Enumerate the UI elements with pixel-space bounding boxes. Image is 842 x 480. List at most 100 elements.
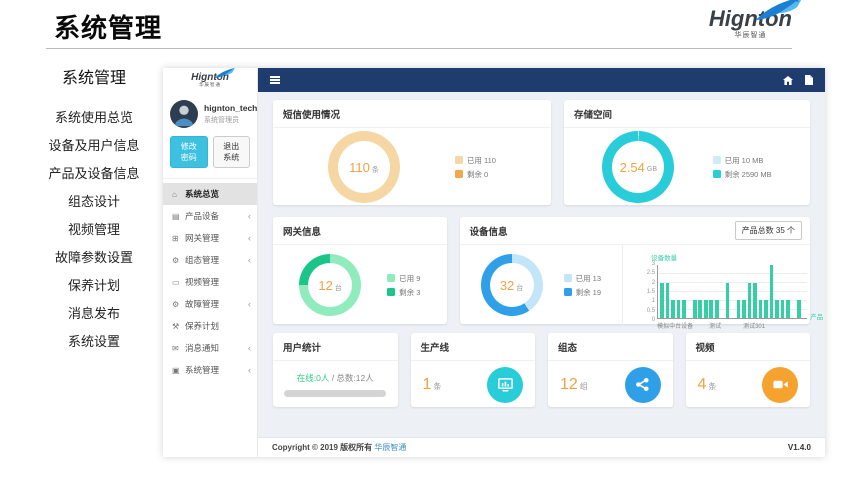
video-count: 4 <box>698 376 707 394</box>
sidebar-logo[interactable]: Hignton 华辰智通 <box>163 68 257 92</box>
chevron-left-icon: ‹ <box>248 343 251 353</box>
sidebar-item-5[interactable]: ⚙故障管理‹ <box>163 293 257 315</box>
bar <box>682 300 686 318</box>
donut-unit: GB <box>647 166 657 173</box>
app-sidebar: Hignton 华辰智通 hignton_tech 系统管理员 <box>163 68 258 457</box>
legend-label: 已用 10 MB <box>725 155 764 166</box>
document-icon[interactable] <box>805 75 813 85</box>
bar <box>677 300 681 318</box>
production-line-count: 1 <box>423 376 432 394</box>
video-camera-icon <box>762 367 798 403</box>
change-password-button[interactable]: 修改密码 <box>170 136 208 168</box>
sidebar-item-2[interactable]: ⊞网关管理‹ <box>163 227 257 249</box>
home-icon: ⌂ <box>172 190 185 199</box>
sidebar-menu: ⌂系统总览▤产品设备‹⊞网关管理‹⚙组态管理‹▭视频管理⚙故障管理‹⚒保养计划✉… <box>163 183 257 381</box>
bar <box>764 300 768 318</box>
bar <box>726 283 730 318</box>
legend-item[interactable]: 已用 10 MB <box>713 155 772 166</box>
username: hignton_tech <box>204 103 257 113</box>
online-count: 在线:0人 <box>297 373 330 383</box>
legend-item[interactable]: 剩余 2590 MB <box>713 169 772 180</box>
card-title: 网关信息 <box>273 217 447 245</box>
bar <box>797 300 801 318</box>
chevron-left-icon: ‹ <box>248 211 251 221</box>
sidebar-item-label: 产品设备 <box>185 210 248 222</box>
storage-card: 存储空间 2.54 GB 已用 10 MB剩余 2590 MB <box>564 100 810 205</box>
home-icon[interactable] <box>783 76 793 85</box>
legend-swatch <box>455 170 463 178</box>
legend-item[interactable]: 已用 9 <box>387 273 420 284</box>
sidebar-item-label: 消息通知 <box>185 342 248 354</box>
system-icon: ▣ <box>172 366 185 375</box>
avatar <box>170 100 198 128</box>
share-nodes-icon <box>625 367 661 403</box>
legend-label: 剩余 2590 MB <box>725 169 772 180</box>
scada-count: 12 <box>560 376 578 394</box>
bar <box>759 300 763 318</box>
chart-legend: 已用 9 剩余 3 <box>387 270 420 301</box>
sidebar-item-4[interactable]: ▭视频管理 <box>163 271 257 293</box>
bar <box>781 300 785 318</box>
outer-menu-item-7[interactable]: 消息发布 <box>28 300 160 328</box>
sidebar-item-8[interactable]: ▣系统管理‹ <box>163 359 257 381</box>
bar <box>715 300 719 318</box>
page-title: 系统管理 <box>54 8 162 45</box>
hamburger-menu-icon[interactable] <box>270 74 280 85</box>
product-total-badge[interactable]: 产品总数 35 个 <box>735 221 802 240</box>
copyright-label: Copyright © 2019 版权所有 <box>272 443 372 452</box>
bar <box>770 265 774 318</box>
bar <box>693 300 697 318</box>
bar <box>666 283 670 318</box>
admin-app-frame: Hignton 华辰智通 hignton_tech 系统管理员 <box>163 68 825 457</box>
donut-value: 110 <box>349 160 370 175</box>
outer-menu-item-4[interactable]: 视频管理 <box>28 216 160 244</box>
outer-menu-item-3[interactable]: 组态设计 <box>28 188 160 216</box>
outer-menu-item-1[interactable]: 设备及用户信息 <box>28 132 160 160</box>
chevron-left-icon: ‹ <box>248 233 251 243</box>
chevron-left-icon: ‹ <box>248 365 251 375</box>
sidebar-item-3[interactable]: ⚙组态管理‹ <box>163 249 257 271</box>
page-header: 系统管理 Hignton 华辰智通 <box>46 0 792 49</box>
user-stats-card: 用户统计 在线:0人 / 总数:12人 <box>273 333 398 407</box>
user-panel: hignton_tech 系统管理员 <box>163 92 257 134</box>
sidebar-item-7[interactable]: ✉消息通知‹ <box>163 337 257 359</box>
outer-menu-item-8[interactable]: 系统设置 <box>28 328 160 356</box>
legend-item[interactable]: 已用 13 <box>564 273 601 284</box>
bar <box>737 300 741 318</box>
legend-label: 已用 13 <box>576 273 601 284</box>
legend-item[interactable]: 剩余 0 <box>455 169 496 180</box>
bar <box>660 283 664 318</box>
logout-button[interactable]: 退出系统 <box>213 136 251 168</box>
legend-item[interactable]: 剩余 3 <box>387 287 420 298</box>
legend-label: 已用 110 <box>467 155 496 166</box>
card-title: 组态 <box>548 333 673 361</box>
bar-chart-plot <box>657 265 807 319</box>
outer-menu-item-5[interactable]: 故障参数设置 <box>28 244 160 272</box>
legend-label: 剩余 0 <box>467 169 488 180</box>
outer-menu-item-0[interactable]: 系统使用总览 <box>28 104 160 132</box>
card-title: 视频 <box>686 333 811 361</box>
bar <box>742 300 746 318</box>
storage-donut-chart: 2.54 GB <box>602 131 674 203</box>
bar <box>748 283 752 318</box>
sidebar-item-6[interactable]: ⚒保养计划 <box>163 315 257 337</box>
legend-item[interactable]: 剩余 19 <box>564 287 601 298</box>
scada-card: 组态 12 组 <box>548 333 673 407</box>
legend-item[interactable]: 已用 110 <box>455 155 496 166</box>
device-donut-chart: 32 台 <box>481 254 543 316</box>
user-role: 系统管理员 <box>204 115 257 125</box>
x-tick-label: 测试 <box>709 321 721 330</box>
sidebar-item-0[interactable]: ⌂系统总览 <box>163 183 257 205</box>
legend-label: 剩余 3 <box>399 287 420 298</box>
bar-chart-xlabel: 产品 <box>810 311 823 321</box>
unit-label: 条 <box>433 381 441 392</box>
company-link[interactable]: 华辰智通 <box>374 443 406 452</box>
sidebar-item-1[interactable]: ▤产品设备‹ <box>163 205 257 227</box>
sms-donut-chart: 110 条 <box>328 131 400 203</box>
x-tick-label: 模拟中台设备 <box>657 321 693 330</box>
outer-menu-item-2[interactable]: 产品及设备信息 <box>28 160 160 188</box>
donut-value: 32 <box>500 278 514 293</box>
sidebar-item-label: 系统总览 <box>185 188 251 200</box>
outer-menu-item-6[interactable]: 保养计划 <box>28 272 160 300</box>
legend-swatch <box>713 170 721 178</box>
